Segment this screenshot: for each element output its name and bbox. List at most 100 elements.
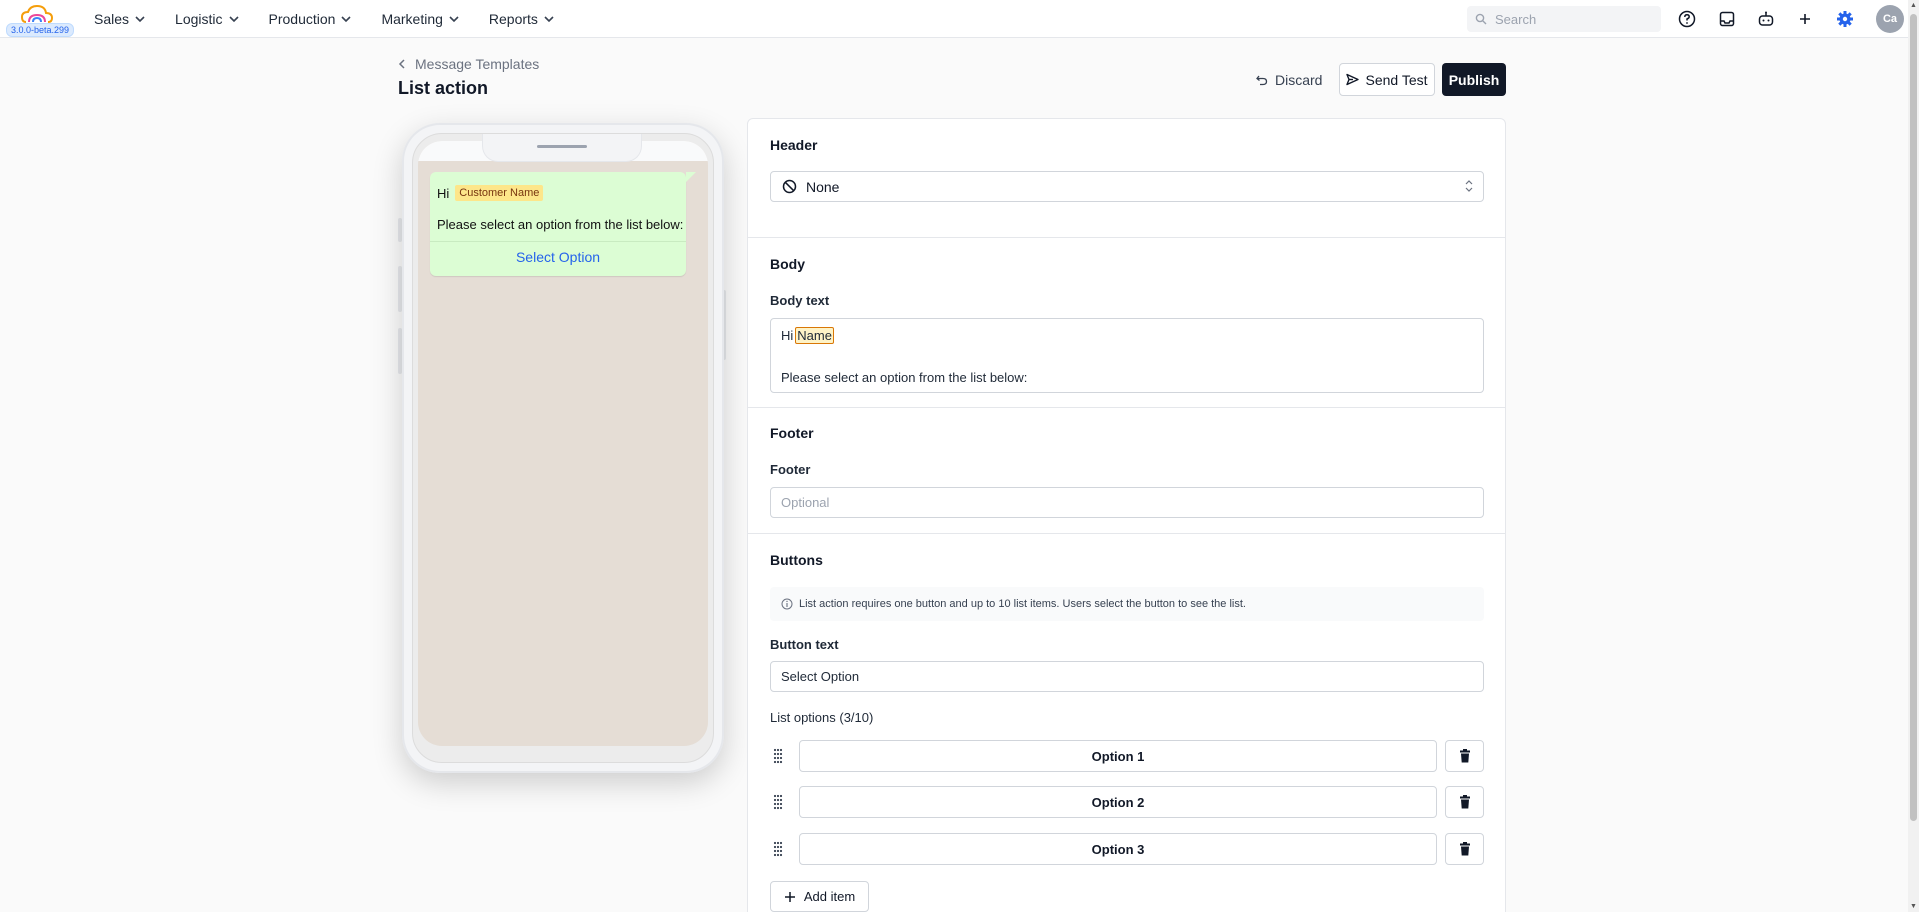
bubble-list-button[interactable]: Select Option <box>430 249 686 265</box>
footer-input[interactable]: Optional <box>770 487 1484 518</box>
chevron-down-icon <box>544 16 554 23</box>
drag-handle-icon[interactable] <box>773 794 783 810</box>
variable-chip: Customer Name <box>455 185 544 201</box>
section-divider <box>748 237 1505 238</box>
cloud-logo-icon <box>20 4 54 23</box>
nav-item-logistic[interactable]: Logistic <box>175 11 239 27</box>
list-option-value: Option 3 <box>1091 841 1145 857</box>
chevron-down-icon <box>341 16 352 23</box>
bubble-greeting-line: Hi Customer Name <box>437 185 544 201</box>
body-first-line: Hi Name <box>781 327 834 344</box>
send-test-button[interactable]: Send Test <box>1339 63 1435 96</box>
chevron-left-icon <box>398 59 405 69</box>
bubble-body-text: Please select an option from the list be… <box>437 217 684 232</box>
user-avatar[interactable]: Ca <box>1876 5 1904 33</box>
info-text: List action requires one button and up t… <box>799 598 1246 610</box>
chevron-down-icon <box>135 16 145 23</box>
trash-icon <box>1459 795 1470 809</box>
inbox-icon[interactable] <box>1716 8 1738 30</box>
delete-option-button[interactable] <box>1445 833 1484 865</box>
phone-speaker <box>537 145 587 148</box>
scrollbar-thumb[interactable] <box>1910 14 1917 821</box>
delete-option-button[interactable] <box>1445 786 1484 818</box>
button-text-input[interactable]: Select Option <box>770 661 1484 692</box>
page-title: List action <box>398 78 489 98</box>
trash-icon <box>1459 842 1470 856</box>
breadcrumb-link[interactable]: Message Templates <box>415 56 539 72</box>
search-input[interactable]: Search <box>1467 6 1661 32</box>
nav-item-label: Reports <box>488 11 538 27</box>
list-option-input[interactable]: Option 3 <box>799 833 1437 865</box>
footer-placeholder: Optional <box>781 495 830 510</box>
nav-item-reports[interactable]: Reports <box>489 11 554 27</box>
discard-label: Discard <box>1275 72 1323 88</box>
undo-icon <box>1256 75 1268 86</box>
body-text-label: Body text <box>770 293 830 308</box>
help-icon[interactable] <box>1676 8 1698 30</box>
search-icon <box>1475 13 1487 25</box>
nav-item-label: Production <box>268 11 336 27</box>
avatar-initials: Ca <box>1882 13 1898 25</box>
bubble-greeting: Hi <box>437 185 450 201</box>
phone-notch <box>482 134 642 162</box>
publish-button[interactable]: Publish <box>1442 63 1506 96</box>
bubble-divider <box>430 241 686 242</box>
list-option-input[interactable]: Option 2 <box>799 786 1437 818</box>
list-option-value: Option 2 <box>1091 794 1145 810</box>
chevron-down-icon <box>449 16 459 23</box>
send-test-label: Send Test <box>1365 71 1428 88</box>
gear-icon[interactable] <box>1834 8 1856 30</box>
list-option-input[interactable]: Option 1 <box>799 740 1437 772</box>
buttons-section-title: Buttons <box>770 552 823 568</box>
drag-handle-icon[interactable] <box>773 841 783 857</box>
footer-section-title: Footer <box>770 425 814 441</box>
button-text-label: Button text <box>770 637 839 652</box>
body-section-title: Body <box>770 256 805 272</box>
chevron-up-down-icon <box>1465 180 1473 192</box>
nav-item-marketing[interactable]: Marketing <box>381 11 459 27</box>
send-icon <box>1346 73 1360 86</box>
page-scrollbar[interactable]: ▲ ▼ <box>1908 0 1919 912</box>
publish-label: Publish <box>1448 71 1500 88</box>
list-options-label: List options (3/10) <box>770 710 874 725</box>
section-divider <box>748 533 1505 534</box>
body-variable-chip[interactable]: Name <box>795 327 834 344</box>
scroll-down-arrow-icon[interactable]: ▼ <box>1910 903 1917 910</box>
body-text-area[interactable]: Hi Name Please select an option from the… <box>770 318 1484 393</box>
plus-icon <box>784 891 795 902</box>
nav-item-label: Logistic <box>175 11 223 27</box>
nav-item-label: Marketing <box>381 11 443 27</box>
bot-icon[interactable] <box>1755 8 1777 30</box>
add-item-button[interactable]: Add item <box>770 881 869 912</box>
breadcrumb[interactable]: Message Templates <box>398 56 539 72</box>
drag-handle-icon[interactable] <box>773 748 783 764</box>
ban-icon <box>782 179 797 194</box>
main-nav: Sales Logistic Production Marketing Repo… <box>94 0 584 38</box>
nav-item-production[interactable]: Production <box>269 11 352 27</box>
footer-label: Footer <box>770 462 811 477</box>
list-option-row: Option 3 <box>770 833 1484 865</box>
header-section-title: Header <box>770 137 818 153</box>
search-placeholder: Search <box>1495 11 1537 27</box>
discard-button[interactable]: Discard <box>1256 65 1322 95</box>
info-icon <box>781 598 793 610</box>
list-option-row: Option 1 <box>770 740 1484 772</box>
top-navigation-bar: 3.0.0-beta.299 Sales Logistic Production… <box>0 0 1908 38</box>
list-option-value: Option 1 <box>1091 748 1145 764</box>
section-divider <box>748 407 1505 408</box>
list-option-row: Option 2 <box>770 786 1484 818</box>
app-logo[interactable]: 3.0.0-beta.299 <box>6 4 75 37</box>
delete-option-button[interactable] <box>1445 740 1484 772</box>
add-item-label: Add item <box>803 889 856 904</box>
chevron-down-icon <box>228 16 239 23</box>
scroll-up-arrow-icon[interactable]: ▲ <box>1910 2 1917 9</box>
message-bubble-tail <box>686 172 696 182</box>
header-selected-value: None <box>806 178 840 195</box>
plus-icon[interactable] <box>1794 8 1816 30</box>
version-badge: 3.0.0-beta.299 <box>6 23 75 37</box>
nav-item-label: Sales <box>94 11 130 27</box>
info-callout: List action requires one button and up t… <box>770 587 1484 621</box>
header-type-select[interactable]: None <box>770 171 1484 202</box>
nav-item-sales[interactable]: Sales <box>94 11 145 27</box>
trash-icon <box>1459 749 1470 763</box>
